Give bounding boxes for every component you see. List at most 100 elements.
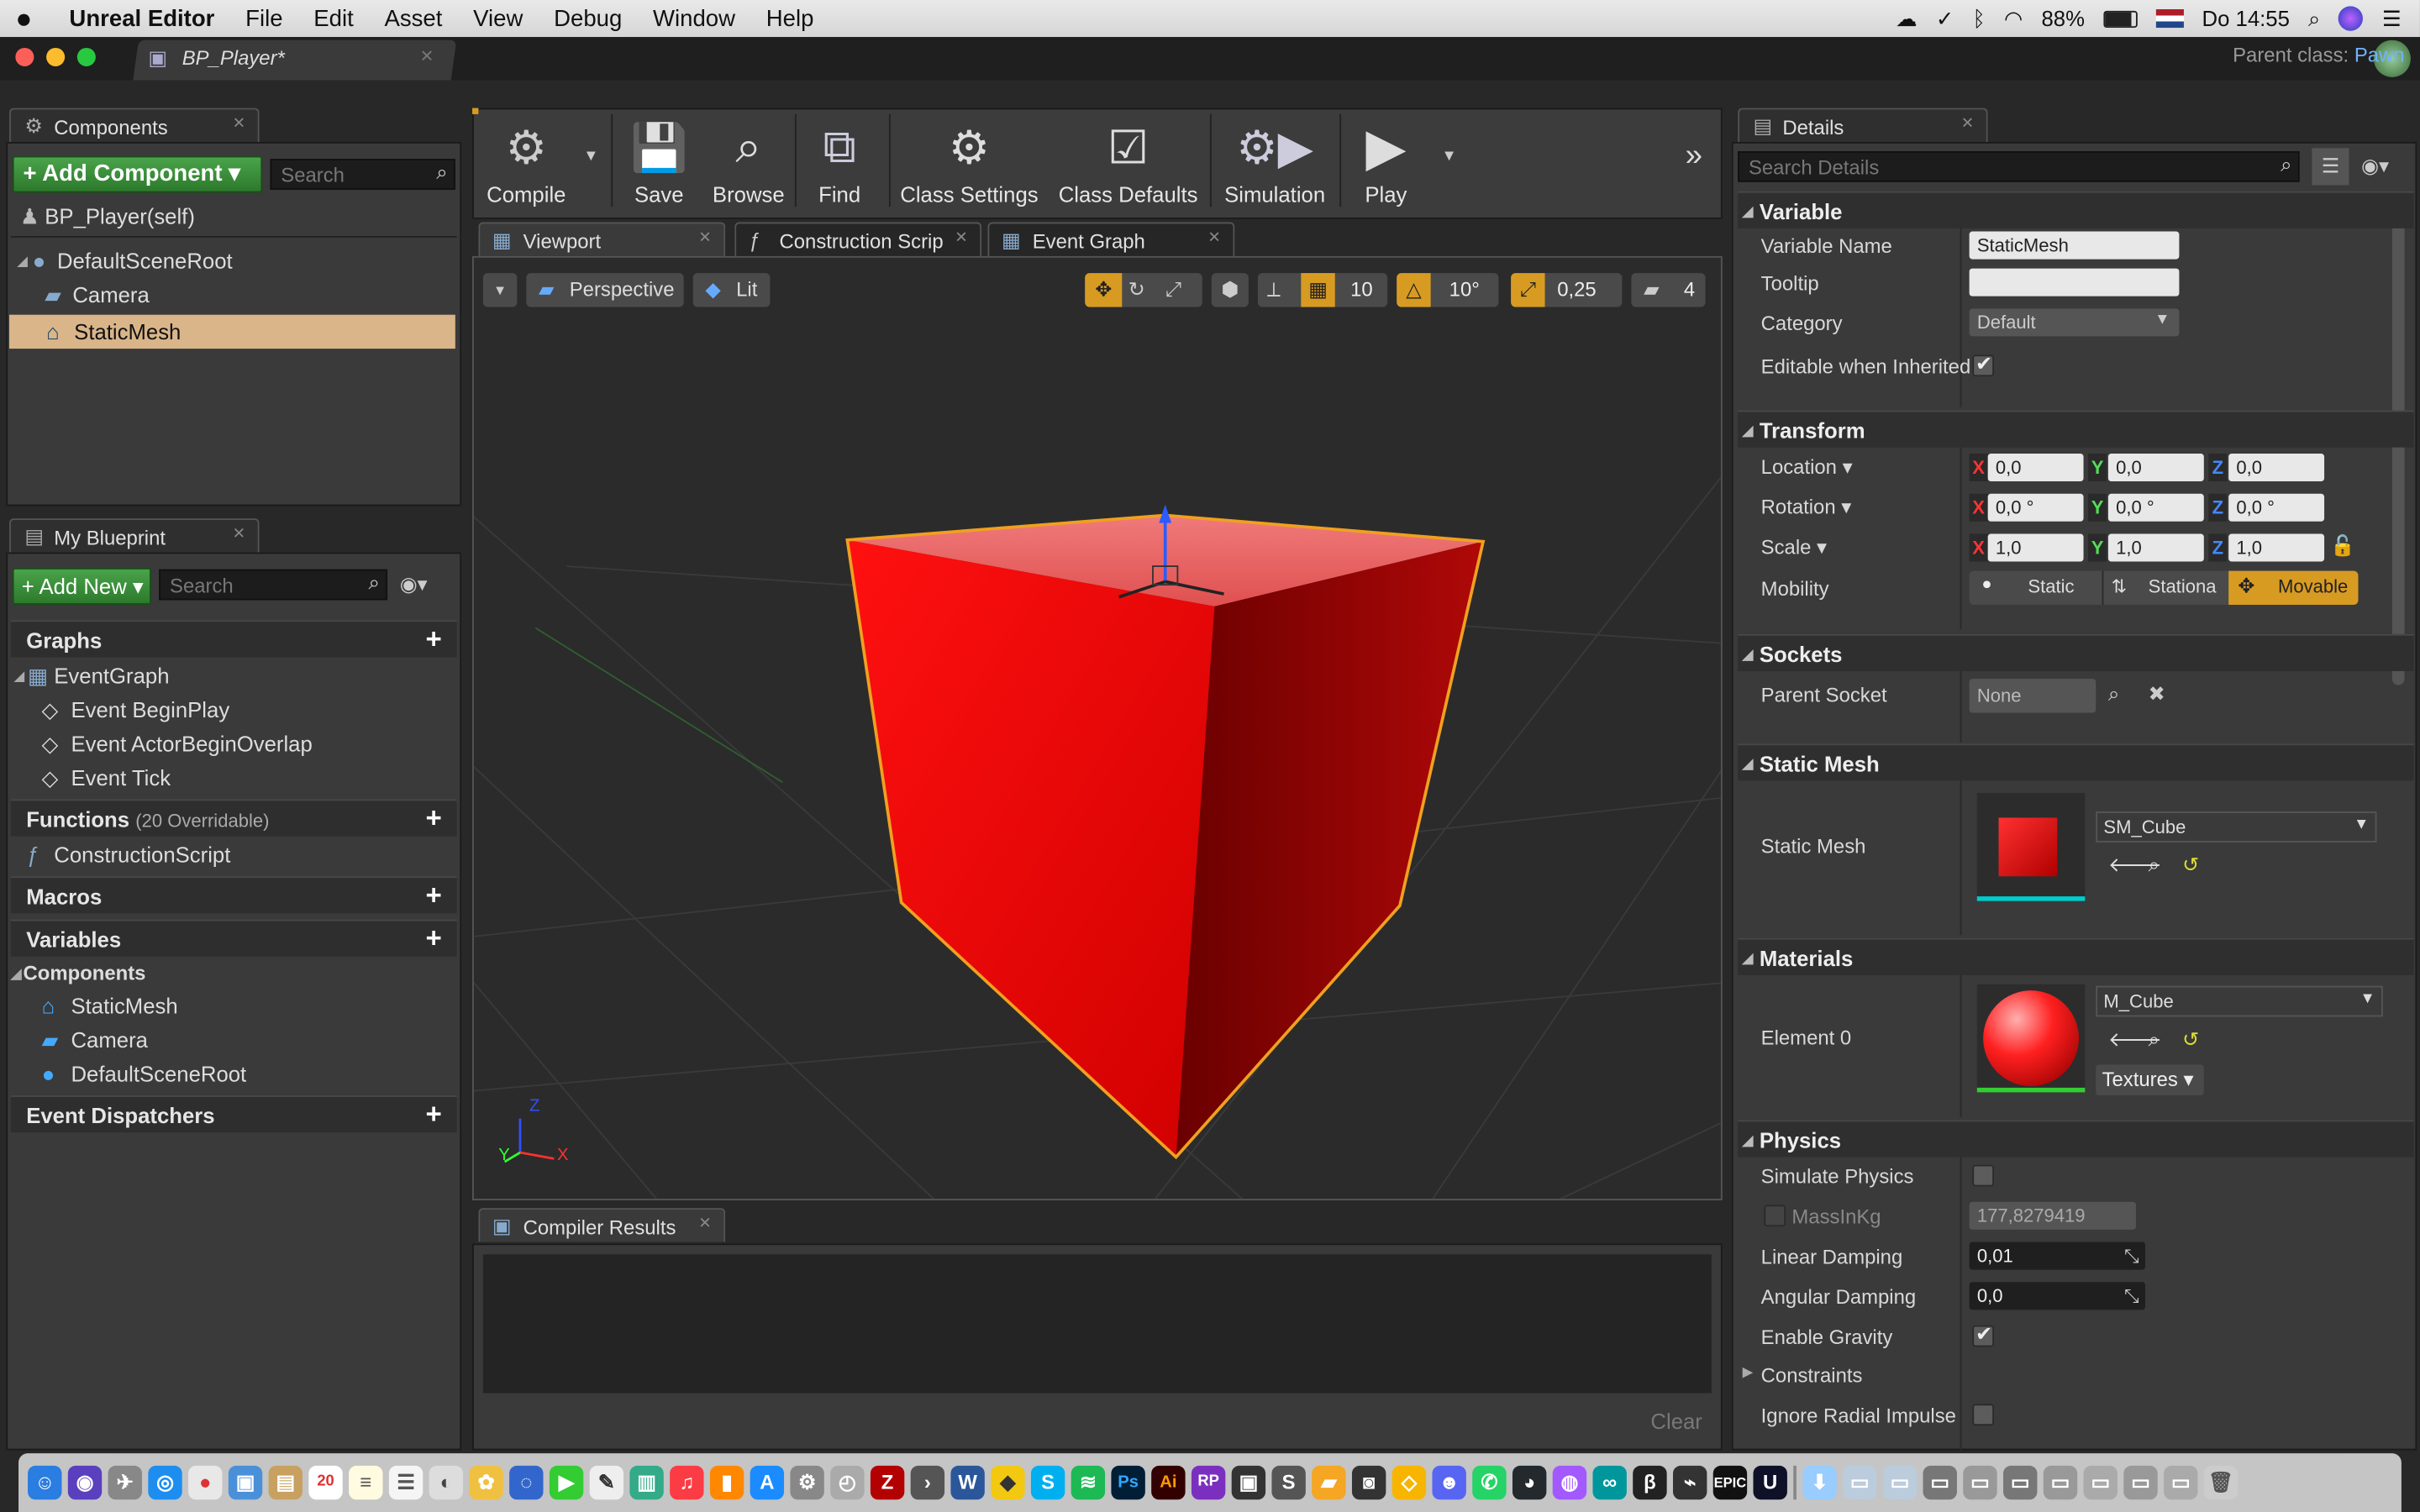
downloads-folder-icon[interactable]: ⬇ [1802,1465,1837,1500]
checkmark-status-icon[interactable]: ✓ [1936,5,1954,31]
close-tab-icon[interactable]: ✕ [955,230,967,247]
construction-script-item[interactable]: ƒ ConstructionScript [8,837,460,871]
variables-header[interactable]: Variables + [10,919,457,957]
material-thumbnail[interactable] [1976,984,2086,1093]
figma-icon[interactable]: ◍ [1552,1465,1587,1500]
browse-button[interactable]: ⌕ Browse [707,114,790,210]
screen-capture-icon[interactable]: ▣ [1231,1465,1266,1500]
wifi-icon[interactable]: ◠ [2004,5,2023,31]
compile-button[interactable]: ⚙ Compile [478,114,574,210]
skype-icon[interactable]: S [1030,1465,1065,1500]
textures-dropdown[interactable]: Textures ▾ [2096,1064,2204,1096]
reset-to-default-icon[interactable]: ↺ [2182,1027,2199,1052]
visibility-eye-icon[interactable]: ◉▾ [2361,155,2389,179]
lock-icon[interactable]: 🔓 [2330,533,2355,558]
mobility-movable-button[interactable]: ✥ Movable [2228,570,2359,605]
rotation-snap-value[interactable]: 10° [1449,273,1480,307]
rotation-snap-toggle-icon[interactable]: △ [1397,273,1431,307]
variable-staticmesh[interactable]: ⌂ StaticMesh [8,989,460,1022]
rotation-x-input[interactable]: 0,0 ° [1987,493,2084,522]
class-settings-button[interactable]: ⚙ Class Settings [898,114,1040,210]
trash-icon[interactable]: 🗑 [2203,1465,2238,1500]
drag-handle-icon[interactable]: ⤡ [2124,1285,2139,1309]
collapse-arrow-icon[interactable]: ◢ [11,957,22,990]
whatsapp-icon[interactable]: ✆ [1472,1465,1507,1500]
tab-components[interactable]: ⚙ Components ✕ [9,108,260,142]
books-icon[interactable]: ▮ [709,1465,744,1500]
clear-button[interactable]: Clear [1650,1409,1702,1433]
activity-monitor-icon[interactable]: ⌁ [1672,1465,1707,1500]
grid-snap-toggle-icon[interactable]: ▦ [1301,273,1335,307]
material-asset-select[interactable]: M_Cube ▼ [2096,985,2383,1017]
siri-icon[interactable]: ◉ [67,1465,103,1500]
arduino-icon[interactable]: ∞ [1592,1465,1627,1500]
finder-icon[interactable]: ☺ [28,1465,62,1500]
rotation-label[interactable]: Rotation ▾ [1761,496,1852,520]
notes-book-icon[interactable]: ▤ [268,1465,302,1500]
add-macro-button[interactable]: + [420,881,448,909]
static-mesh-thumbnail[interactable] [1976,793,2086,901]
spotify-icon[interactable]: ≋ [1071,1465,1106,1500]
menu-window[interactable]: Window [638,5,751,31]
grid-snap-value[interactable]: 10 [1350,273,1373,307]
mass-override-checkbox[interactable] [1764,1205,1786,1227]
rotation-y-input[interactable]: 0,0 ° [2107,493,2204,522]
close-tab-icon[interactable]: ✕ [233,526,245,543]
variable-camera[interactable]: ▰ Camera [8,1023,460,1057]
expand-arrow-icon[interactable]: ▶ [1743,1364,1754,1381]
recent-file-icon[interactable]: ▭ [2123,1465,2158,1500]
scale-snap-toggle-icon[interactable]: ⤢ [1511,273,1545,307]
variable-defaultsceneroot[interactable]: ● DefaultSceneRoot [8,1057,460,1090]
category-select[interactable]: Default ▼ [1969,308,2180,337]
bluetooth-icon[interactable]: ᛒ [1973,6,1986,30]
event-actorbeginoverlap[interactable]: ◇ Event ActorBeginOverlap [8,727,460,760]
collapse-arrow-icon[interactable]: ◢ [17,244,28,277]
add-event-dispatcher-button[interactable]: + [420,1100,448,1128]
recent-file-icon[interactable]: ▭ [1843,1465,1877,1500]
graphs-header[interactable]: Graphs + [10,620,457,658]
perspective-button[interactable]: ▰ Perspective [526,273,684,307]
event-beginplay[interactable]: ◇ Event BeginPlay [8,693,460,727]
close-tab-icon[interactable]: ✕ [233,116,245,133]
socket-search-icon[interactable]: ⌕ [2108,682,2119,706]
blueprint-search-input[interactable]: Search ⌕ [159,569,388,601]
location-z-input[interactable]: 0,0 [2228,453,2325,482]
clear-socket-icon[interactable]: ✖ [2149,682,2165,706]
scale-mode-icon[interactable]: ⤢ [1165,273,1181,307]
menu-view[interactable]: View [458,5,539,31]
details-search-input[interactable]: Search Details ⌕ [1738,150,2300,182]
reminders-icon[interactable]: ☰ [388,1465,424,1500]
music-icon[interactable]: ♫ [670,1465,704,1500]
filezilla-icon[interactable]: Z [870,1465,905,1500]
recent-file-icon[interactable]: ▭ [1882,1465,1918,1500]
materials-section-header[interactable]: Materials [1738,937,2414,977]
photos-icon[interactable]: ✿ [469,1465,503,1500]
unreal-engine-icon[interactable]: U [1753,1465,1787,1500]
photoshop-icon[interactable]: Ps [1111,1465,1145,1500]
tab-details[interactable]: ▤ Details ✕ [1738,108,1988,142]
collapse-arrow-icon[interactable]: ◢ [14,659,25,692]
rotate-mode-icon[interactable]: ↻ [1128,273,1145,307]
app-store-icon[interactable]: A [750,1465,785,1500]
class-defaults-button[interactable]: ☑ Class Defaults [1055,114,1201,210]
calendar-icon[interactable]: 20 [308,1465,343,1500]
textedit-icon[interactable]: ✎ [589,1465,624,1500]
app-name[interactable]: Unreal Editor [48,5,230,31]
parent-class-link[interactable]: Pawn [2354,43,2405,66]
contacts-icon[interactable]: ◐ [429,1465,464,1500]
variables-components-category[interactable]: ◢ Components [8,957,460,990]
translate-mode-icon[interactable]: ✥ [1085,273,1123,307]
preview-icon[interactable]: ▣ [228,1465,263,1500]
close-tab-icon[interactable]: ✕ [420,46,434,66]
illustrator-icon[interactable]: Ai [1151,1465,1186,1500]
close-window-button[interactable] [15,47,34,66]
close-tab-icon[interactable]: ✕ [698,1215,711,1232]
launchpad-icon[interactable]: ✈ [108,1465,142,1500]
browse-asset-icon[interactable]: ⌕ [2149,1027,2160,1052]
flag-icon[interactable] [2155,9,2184,29]
menu-file[interactable]: File [230,5,298,31]
enable-gravity-checkbox[interactable] [1972,1322,1995,1347]
mobility-stationary-button[interactable]: Stationa [2149,575,2217,597]
spotlight-search-icon[interactable]: ⌕ [2308,5,2320,31]
linear-damping-input[interactable]: 0,01 ⤡ [1969,1242,2146,1270]
